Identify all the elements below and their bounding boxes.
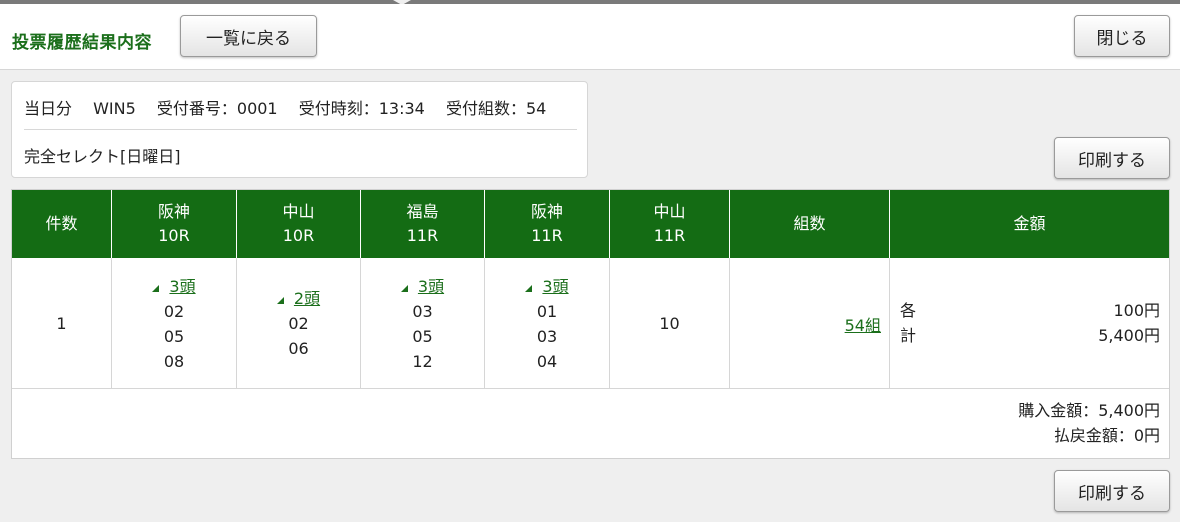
header-race-1: 阪神 10R: [112, 190, 237, 258]
receipt-info-line: 当日分 WIN5 受付番号：0001 受付時刻：13:34 受付組数：54: [24, 95, 546, 119]
page-title: 投票履歴結果内容: [12, 33, 152, 53]
race-3-horse: 05: [412, 326, 433, 346]
combos-cell: 54組: [730, 258, 890, 389]
row-count: 1: [56, 314, 67, 333]
purchase-amount: 購入金額：5,400円: [1018, 401, 1160, 420]
triangle-icon: [276, 297, 284, 304]
back-to-list-button[interactable]: 一覧に戻る: [180, 15, 317, 57]
race-3-cell: 3頭 03 05 12: [361, 258, 485, 389]
race-5-horse: 10: [659, 314, 680, 333]
race-2-horse: 06: [288, 339, 309, 358]
race-1-heads-link[interactable]: 3頭: [152, 274, 196, 299]
race-5-venue: 中山: [653, 202, 686, 221]
payment-summary: 購入金額：5,400円 払戻金額：0円: [1018, 398, 1160, 448]
header-combos: 組数: [730, 190, 890, 258]
race-4-horse: 03: [536, 326, 558, 346]
table-row: 1 3頭 02 05 08 2頭 02 06 3頭 03 05 12 3頭 01…: [12, 258, 1169, 389]
race-4-cell: 3頭 01 03 04: [485, 258, 610, 389]
receipt-time: 受付時刻：13:34: [298, 99, 425, 118]
each-label: 各: [900, 301, 917, 320]
race-3-horse: 12: [412, 351, 433, 371]
race-1-horse: 02: [163, 301, 185, 321]
amount-values: 100円 5,400円: [1098, 298, 1160, 348]
each-amount: 100円: [1113, 301, 1160, 320]
race-4-number: 11R: [531, 226, 563, 245]
race-2-heads-link[interactable]: 2頭: [276, 286, 321, 311]
race-2-cell: 2頭 02 06: [237, 258, 361, 389]
header-count-label: 件数: [45, 214, 78, 233]
triangle-icon: [152, 284, 160, 292]
header-count: 件数: [12, 190, 112, 258]
race-2-venue: 中山: [282, 202, 315, 221]
selection-method: 完全セレクト[日曜日]: [24, 147, 181, 166]
race-4-heads-link[interactable]: 3頭: [525, 274, 569, 299]
race-2-heads: 2頭: [293, 289, 321, 308]
race-4-horse: 04: [536, 351, 558, 371]
receipt-number: 受付番号：0001: [156, 99, 278, 118]
race-3-venue: 福島: [406, 202, 439, 221]
header-race-2: 中山 10R: [237, 190, 361, 258]
total-label: 計: [900, 326, 917, 345]
info-divider: [24, 129, 577, 130]
header-amount-label: 金額: [1013, 214, 1046, 233]
refund-amount: 払戻金額：0円: [1053, 426, 1160, 445]
amount-cell: 各 計 100円 5,400円: [890, 258, 1169, 389]
race-1-horse: 05: [163, 326, 185, 346]
header-race-3: 福島 11R: [361, 190, 485, 258]
race-5-number: 11R: [653, 226, 686, 245]
race-1-number: 10R: [158, 226, 190, 245]
receipt-combo-count: 受付組数：54: [445, 99, 547, 118]
race-3-heads: 3頭: [417, 276, 445, 296]
table-header: 件数 阪神 10R 中山 10R 福島 11R 阪神 11R 中山 11R 組数…: [12, 190, 1169, 258]
header-amount: 金額: [890, 190, 1169, 258]
amount-labels: 各 計: [900, 298, 916, 348]
race-3-number: 11R: [406, 226, 439, 245]
race-4-horse: 01: [536, 301, 558, 321]
triangle-icon: [525, 284, 533, 292]
row-count-cell: 1: [12, 258, 112, 389]
print-button-top[interactable]: 印刷する: [1054, 137, 1170, 179]
race-5-cell: 10: [610, 258, 730, 389]
race-3-heads-link[interactable]: 3頭: [400, 274, 445, 299]
combos-link[interactable]: 54組: [845, 312, 881, 336]
header-race-4: 阪神 11R: [485, 190, 610, 258]
race-1-venue: 阪神: [157, 202, 190, 221]
total-amount: 5,400円: [1098, 326, 1160, 345]
header-race-5: 中山 11R: [610, 190, 730, 258]
race-4-venue: 阪神: [530, 202, 563, 221]
race-2-number: 10R: [282, 226, 315, 245]
header-combos-label: 組数: [793, 214, 826, 233]
close-button[interactable]: 閉じる: [1074, 15, 1170, 57]
print-button-bottom[interactable]: 印刷する: [1054, 470, 1170, 512]
race-2-horse: 02: [288, 314, 309, 333]
header-bar: 投票履歴結果内容 一覧に戻る 閉じる: [0, 4, 1180, 70]
day-label: 当日分: [24, 99, 73, 118]
race-1-cell: 3頭 02 05 08: [112, 258, 237, 389]
race-1-heads: 3頭: [169, 276, 196, 296]
race-1-horse: 08: [163, 351, 185, 371]
bet-type: WIN5: [93, 99, 136, 118]
triangle-icon: [400, 284, 408, 292]
race-4-heads: 3頭: [542, 276, 569, 296]
bet-result-table: 件数 阪神 10R 中山 10R 福島 11R 阪神 11R 中山 11R 組数…: [11, 189, 1170, 459]
receipt-info-box: 当日分 WIN5 受付番号：0001 受付時刻：13:34 受付組数：54 完全…: [11, 81, 588, 178]
race-3-horse: 03: [412, 301, 433, 321]
